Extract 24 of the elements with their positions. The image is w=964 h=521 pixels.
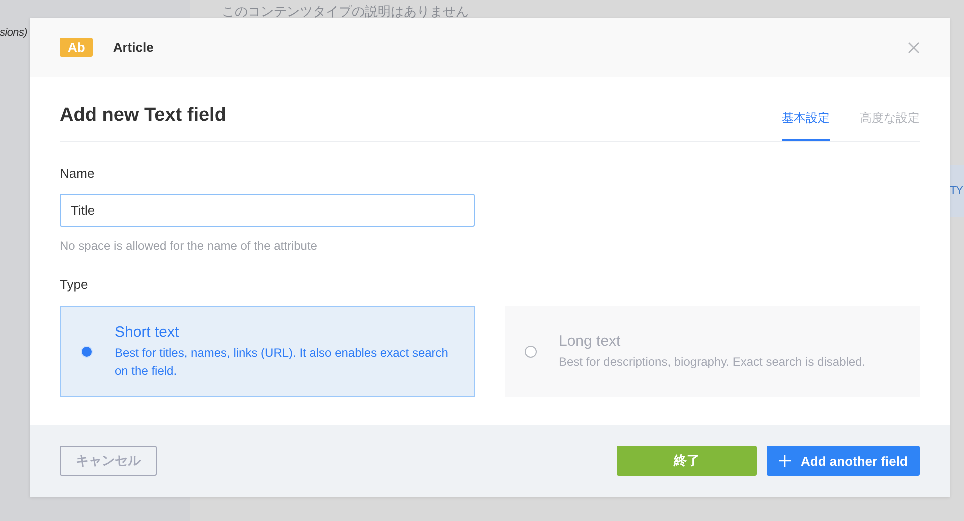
description-text: このコンテンツタイプの説明はありません: [222, 3, 470, 21]
content-type-badge: Ab: [60, 38, 94, 57]
option-description: Best for titles, names, links (URL). It also enables exact search on the field.: [115, 344, 450, 380]
content-type-name: Article: [113, 40, 154, 55]
close-icon[interactable]: [908, 42, 920, 54]
plus-icon: [779, 455, 792, 467]
field-hint: No space is allowed for the name of the attribute: [60, 239, 318, 253]
dialog-title: Add new Text field: [60, 105, 226, 128]
settings-tab[interactable]: 基本設定: [782, 110, 830, 141]
sidebar-text: sions): [0, 27, 28, 39]
add-field-button[interactable]: Add another field: [767, 446, 920, 476]
type-option[interactable]: Long text Best for descriptions, biography. Exact search is disabled.: [505, 306, 920, 397]
radio-button[interactable]: [525, 346, 537, 358]
option-title: Long text: [559, 332, 622, 350]
finish-button[interactable]: 終了: [617, 446, 757, 476]
field-label: Type: [60, 277, 90, 292]
option-description: Best for descriptions, biography. Exact search is disabled.: [559, 354, 867, 370]
field-label: Name: [60, 166, 96, 181]
cancel-button[interactable]: キャンセル: [60, 446, 157, 476]
type-option[interactable]: Short text Best for titles, names, links (URL). It also enables exact search on the field.: [60, 306, 475, 397]
settings-tab[interactable]: 高度な設定: [860, 110, 920, 141]
option-title: Short text: [115, 324, 180, 340]
radio-button[interactable]: [81, 346, 93, 358]
name-input[interactable]: Title: [60, 194, 475, 227]
